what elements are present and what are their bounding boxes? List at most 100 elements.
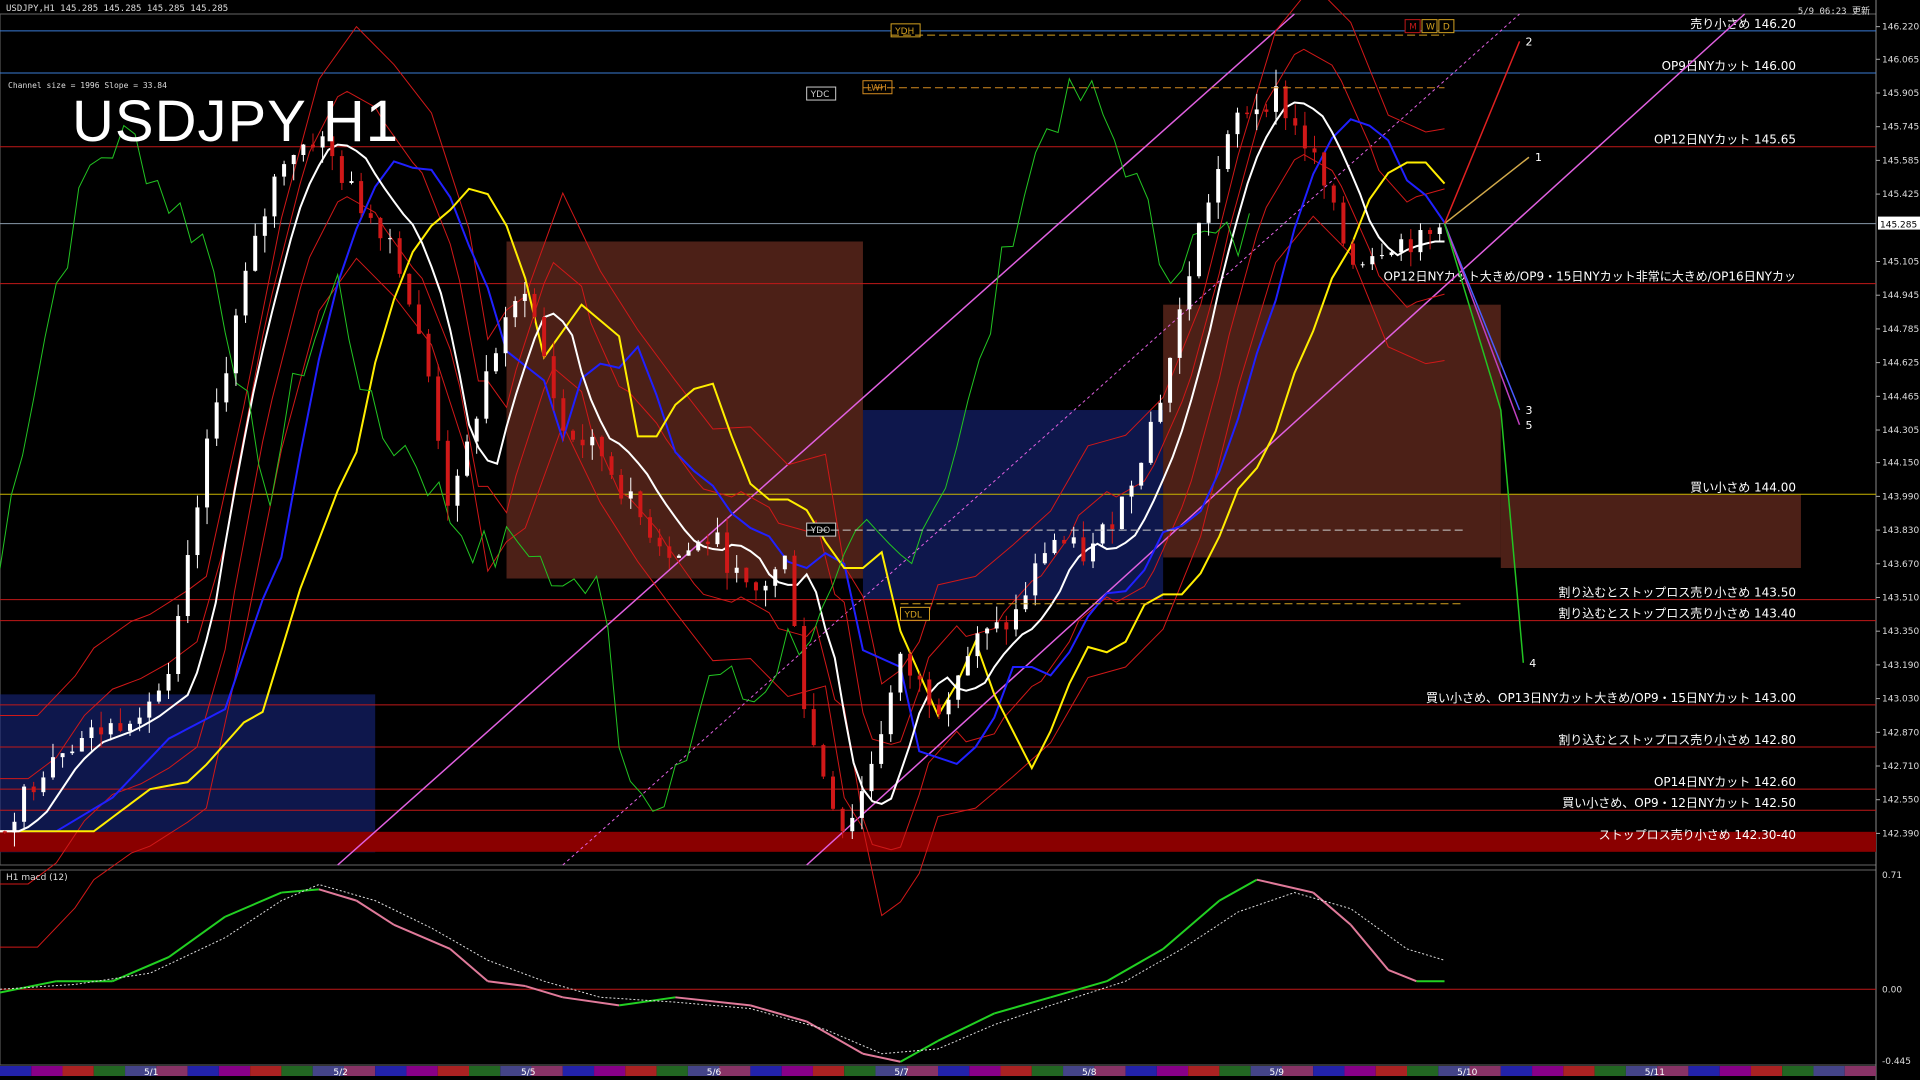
- session-bar-segment: [1188, 1066, 1220, 1076]
- y-tick-label-24: 142.390: [1882, 829, 1919, 839]
- candle-body: [811, 709, 816, 746]
- candle-body: [908, 653, 913, 676]
- level-label-10: 買い小さめ、OP9・12日NYカット 142.50: [1562, 796, 1796, 810]
- y-tick-label-15: 143.830: [1882, 526, 1919, 536]
- candle-body: [436, 376, 441, 441]
- session-bar-segment: [218, 1066, 251, 1076]
- candle-body: [590, 436, 595, 446]
- y-tick-label-5: 145.425: [1882, 190, 1919, 200]
- candle-body: [725, 532, 730, 573]
- candle-body: [137, 717, 142, 724]
- candle-body: [1283, 86, 1288, 119]
- candle-body: [744, 567, 749, 583]
- candle-body: [1100, 524, 1105, 544]
- candle-body: [561, 398, 566, 431]
- level-label-0: 売り小さめ 146.20: [1690, 16, 1796, 31]
- x-label-0: 5/1: [144, 1068, 158, 1078]
- session-bar-segment: [93, 1066, 126, 1076]
- candle-body: [965, 656, 970, 676]
- candle-body: [474, 418, 479, 442]
- candle-body: [1389, 252, 1394, 256]
- x-label-5: 5/8: [1082, 1068, 1097, 1078]
- candle-body: [619, 474, 624, 499]
- session-bar-segment: [469, 1066, 501, 1076]
- candle-body: [859, 791, 864, 818]
- candle-body: [898, 653, 903, 693]
- candle-body: [484, 371, 489, 419]
- session-bar-segment: [1156, 1066, 1189, 1076]
- y-tick-label-13: 144.150: [1882, 459, 1919, 469]
- candle-body: [465, 441, 470, 476]
- candle-body: [147, 701, 152, 718]
- forecast-label-2: 3: [1526, 404, 1533, 417]
- candle-body: [31, 786, 36, 793]
- x-label-7: 5/10: [1457, 1068, 1477, 1078]
- candle-body: [128, 723, 133, 731]
- candle-body: [233, 315, 238, 374]
- session-bar-segment: [1563, 1066, 1595, 1076]
- candle-body: [214, 402, 219, 439]
- session-bar-segment: [625, 1066, 657, 1076]
- candle-body: [1351, 243, 1356, 265]
- session-bar-segment: [1844, 1066, 1876, 1076]
- candle-body: [1042, 553, 1047, 564]
- candle-body: [79, 738, 84, 752]
- candle-body: [41, 777, 46, 793]
- candle-body: [1428, 230, 1433, 235]
- x-label-4: 5/7: [894, 1068, 908, 1078]
- y-tick-label-8: 144.945: [1882, 291, 1919, 301]
- candle-body: [99, 727, 104, 735]
- candle-body: [1139, 462, 1144, 486]
- candle-body: [224, 373, 229, 403]
- candle-body: [1331, 185, 1336, 203]
- session-bar-segment: [1000, 1066, 1032, 1076]
- candle-body: [1110, 524, 1115, 530]
- candle-body: [1293, 118, 1298, 126]
- candle-body: [272, 176, 277, 217]
- y-tick-label-1: 146.065: [1882, 55, 1919, 65]
- candle-body: [195, 507, 200, 556]
- session-bar-segment: [531, 1066, 563, 1076]
- candle-body: [676, 555, 681, 558]
- candle-body: [1052, 539, 1057, 554]
- forecast-label-4: 4: [1529, 657, 1536, 670]
- candle-body: [185, 555, 190, 617]
- candle-body: [1206, 202, 1211, 223]
- candle-body: [397, 238, 402, 274]
- candle-body: [1148, 421, 1153, 463]
- candle-body: [542, 316, 547, 357]
- candle-body: [763, 585, 768, 591]
- candle-body: [879, 734, 884, 764]
- session-bar-segment: [906, 1066, 938, 1076]
- session-bar-segment: [1375, 1066, 1407, 1076]
- candle-body: [782, 555, 787, 570]
- session-bar-segment: [969, 1066, 1001, 1076]
- candle-body: [1158, 402, 1163, 422]
- candle-body: [1322, 152, 1327, 186]
- candle-body: [513, 300, 518, 318]
- candle-body: [1341, 202, 1346, 244]
- candle-body: [1360, 264, 1365, 266]
- candle-body: [407, 273, 412, 305]
- candle-body: [1196, 222, 1201, 277]
- y-tick-label-10: 144.625: [1882, 359, 1919, 369]
- ref-tag-label-1: LWH: [867, 84, 887, 94]
- candle-body: [522, 293, 527, 301]
- candle-body: [445, 440, 450, 506]
- macd-panel: [0, 869, 1877, 1066]
- session-bar-segment: [1688, 1066, 1720, 1076]
- level-label-7: 買い小さめ、OP13日NYカット大きめ/OP9・15日NYカット 143.00: [1426, 691, 1796, 705]
- candle-body: [1004, 622, 1009, 630]
- candle-body: [840, 808, 845, 832]
- y-tick-label-3: 145.745: [1882, 123, 1919, 133]
- session-bar-segment: [781, 1066, 813, 1076]
- candle-body: [1254, 109, 1259, 115]
- candle-body: [22, 786, 27, 822]
- y-tick-label-18: 143.350: [1882, 627, 1919, 637]
- candle-body: [1119, 496, 1124, 530]
- session-bar-segment: [750, 1066, 782, 1076]
- forecast-label-3: 5: [1526, 419, 1533, 432]
- candle-body: [994, 622, 999, 629]
- session-bar-segment: [156, 1066, 188, 1076]
- y-tick-label-14: 143.990: [1882, 492, 1919, 502]
